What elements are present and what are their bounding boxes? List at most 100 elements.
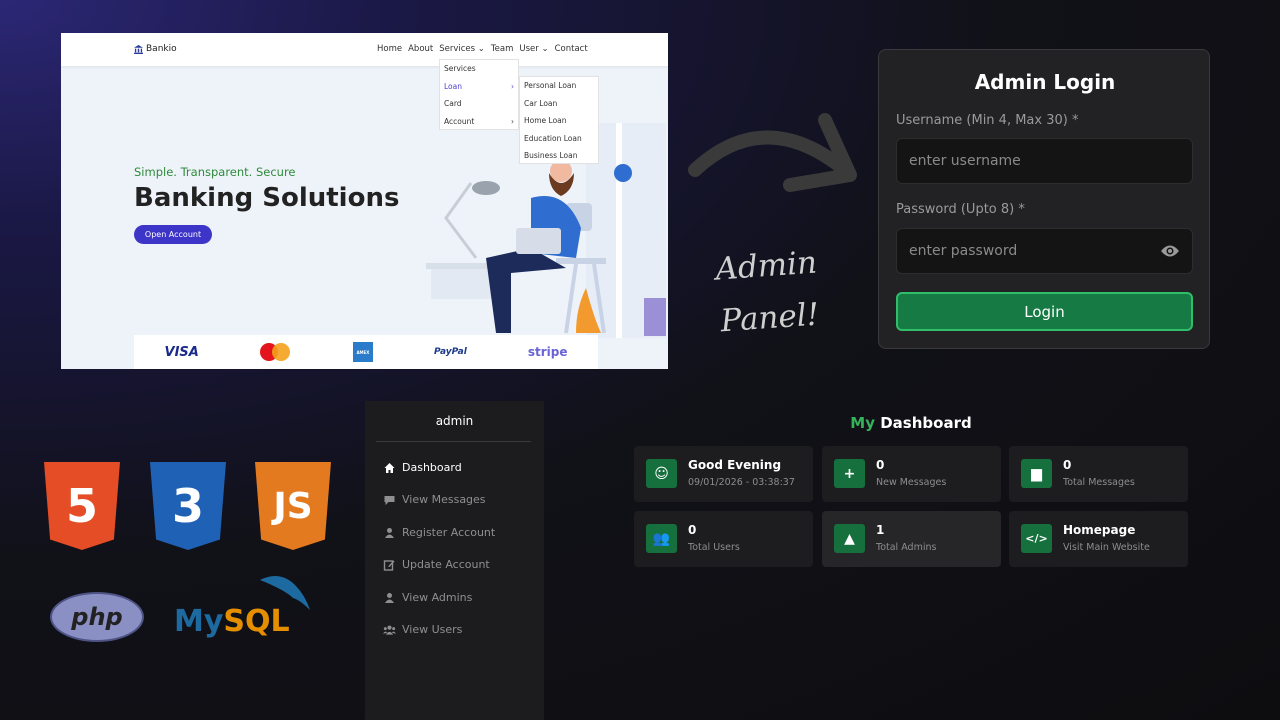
- php-logo: php: [50, 592, 144, 642]
- login-button[interactable]: Login: [896, 292, 1193, 331]
- dashboard-title-rest: Dashboard: [880, 414, 972, 432]
- code-icon: </>: [1021, 524, 1052, 553]
- dashboard-title-my: My: [850, 414, 875, 432]
- dropdown-label: Services: [444, 64, 476, 73]
- website-preview: Bankio Home About Services ⌄ Team User ⌄…: [61, 33, 668, 369]
- submenu-home-loan[interactable]: Home Loan: [520, 112, 598, 130]
- visa-logo: VISA: [164, 344, 199, 360]
- submenu-car-loan[interactable]: Car Loan: [520, 95, 598, 113]
- sidebar-item-update-account[interactable]: Update Account: [383, 558, 490, 571]
- card-value: 0: [688, 523, 697, 537]
- css3-logo: 3: [150, 462, 226, 550]
- admin-sidebar: admin Dashboard View Messages Register A…: [365, 401, 544, 720]
- dropdown-item-card[interactable]: Card: [440, 95, 518, 113]
- mysql-my: My: [174, 604, 224, 639]
- dropdown-item-account[interactable]: Account ›: [440, 113, 518, 131]
- user-icon: [385, 592, 394, 603]
- submenu-personal-loan[interactable]: Personal Loan: [520, 77, 598, 95]
- annotation-line2: Panel!: [719, 296, 821, 340]
- users-icon: 👥: [646, 524, 677, 553]
- sidebar-item-register-account[interactable]: Register Account: [383, 526, 495, 539]
- smile-icon: ☺: [646, 459, 677, 488]
- nav-user-label: User: [519, 44, 539, 54]
- login-title: Admin Login: [974, 70, 1116, 94]
- card-homepage[interactable]: </> Homepage Visit Main Website: [1009, 511, 1188, 567]
- site-logo[interactable]: Bankio: [134, 44, 177, 54]
- amex-logo: AMEX: [352, 342, 373, 362]
- site-nav-links: Home About Services ⌄ Team User ⌄ Contac…: [377, 44, 594, 54]
- nav-about[interactable]: About: [408, 44, 433, 54]
- card-greeting: ☺ Good Evening 09/01/2026 - 03:38:37: [634, 446, 813, 502]
- nav-team[interactable]: Team: [491, 44, 513, 54]
- sidebar-item-view-users[interactable]: View Users: [383, 623, 462, 636]
- mysql-sql: SQL: [223, 604, 290, 639]
- curved-arrow-icon: [688, 113, 857, 192]
- dropdown-item-services[interactable]: Services: [440, 60, 518, 78]
- chevron-right-icon: ›: [511, 116, 514, 126]
- chevron-down-icon: ⌄: [541, 44, 549, 54]
- username-label: Username (Min 4, Max 30) *: [896, 113, 1079, 128]
- eye-icon[interactable]: [1160, 244, 1180, 258]
- user-icon: [385, 527, 394, 538]
- submenu-business-loan[interactable]: Business Loan: [520, 147, 598, 165]
- sidebar-divider: [376, 441, 531, 442]
- chat-icon: ▆: [1021, 459, 1052, 488]
- admin-icon: ▲: [834, 524, 865, 553]
- dashboard-title: My Dashboard: [634, 414, 1188, 432]
- sidebar-item-label: View Messages: [402, 493, 486, 506]
- dropdown-item-loan[interactable]: Loan ›: [440, 78, 518, 96]
- html5-logo: 5: [44, 462, 120, 550]
- card-total-users[interactable]: 👥 0 Total Users: [634, 511, 813, 567]
- chat-icon: [384, 495, 395, 505]
- card-total-messages[interactable]: ▆ 0 Total Messages: [1009, 446, 1188, 502]
- card-value: 1: [876, 523, 885, 537]
- sidebar-item-label: Dashboard: [402, 461, 462, 474]
- services-dropdown: Services Loan › Card Account ›: [439, 59, 519, 130]
- card-value: Homepage: [1063, 523, 1136, 537]
- admin-panel-annotation: Admin Panel!: [705, 236, 832, 348]
- home-icon: [384, 462, 395, 473]
- dropdown-label: Card: [444, 99, 462, 108]
- annotation-line1: Admin: [714, 244, 819, 288]
- submenu-education-loan[interactable]: Education Loan: [520, 130, 598, 148]
- bank-icon: [134, 44, 143, 54]
- chevron-down-icon: ⌄: [477, 44, 485, 54]
- username-input[interactable]: enter username: [896, 138, 1193, 184]
- card-label: Total Admins: [876, 542, 937, 553]
- sidebar-item-dashboard[interactable]: Dashboard: [383, 461, 462, 474]
- nav-services[interactable]: Services ⌄: [439, 44, 485, 54]
- card-label: Total Messages: [1063, 477, 1135, 488]
- sidebar-title: admin: [435, 414, 474, 428]
- password-placeholder: enter password: [909, 243, 1018, 259]
- card-value: 0: [1063, 458, 1072, 472]
- admin-login-card: Admin Login Username (Min 4, Max 30) * e…: [878, 49, 1210, 349]
- card-label: Total Users: [688, 542, 740, 553]
- message-plus-icon: +: [834, 459, 865, 488]
- card-label: Visit Main Website: [1063, 542, 1150, 553]
- stripe-logo: stripe: [527, 345, 568, 359]
- dropdown-label: Account: [444, 116, 475, 126]
- sidebar-item-label: Update Account: [402, 558, 490, 571]
- hero-title: Banking Solutions: [134, 183, 400, 213]
- users-icon: [383, 625, 396, 635]
- nav-home[interactable]: Home: [377, 44, 402, 54]
- username-placeholder: enter username: [909, 153, 1021, 169]
- password-input[interactable]: enter password: [896, 228, 1193, 274]
- nav-services-label: Services: [439, 44, 476, 54]
- mastercard-logo: [259, 343, 292, 361]
- edit-icon: [383, 559, 395, 571]
- mysql-logo: MySQL: [174, 604, 290, 639]
- nav-user[interactable]: User ⌄: [519, 44, 548, 54]
- sidebar-item-view-admins[interactable]: View Admins: [383, 591, 472, 604]
- paypal-logo: PayPal: [433, 347, 467, 357]
- chevron-right-icon: ›: [511, 81, 514, 91]
- nav-contact[interactable]: Contact: [555, 44, 588, 54]
- card-new-messages[interactable]: + 0 New Messages: [822, 446, 1001, 502]
- sidebar-item-label: Register Account: [402, 526, 496, 539]
- open-account-button[interactable]: Open Account: [134, 225, 212, 244]
- loan-submenu: Personal Loan Car Loan Home Loan Educati…: [519, 76, 599, 164]
- card-label: 09/01/2026 - 03:38:37: [688, 477, 795, 488]
- brand-name: Bankio: [146, 44, 177, 54]
- sidebar-item-view-messages[interactable]: View Messages: [383, 493, 486, 506]
- card-total-admins[interactable]: ▲ 1 Total Admins: [822, 511, 1001, 567]
